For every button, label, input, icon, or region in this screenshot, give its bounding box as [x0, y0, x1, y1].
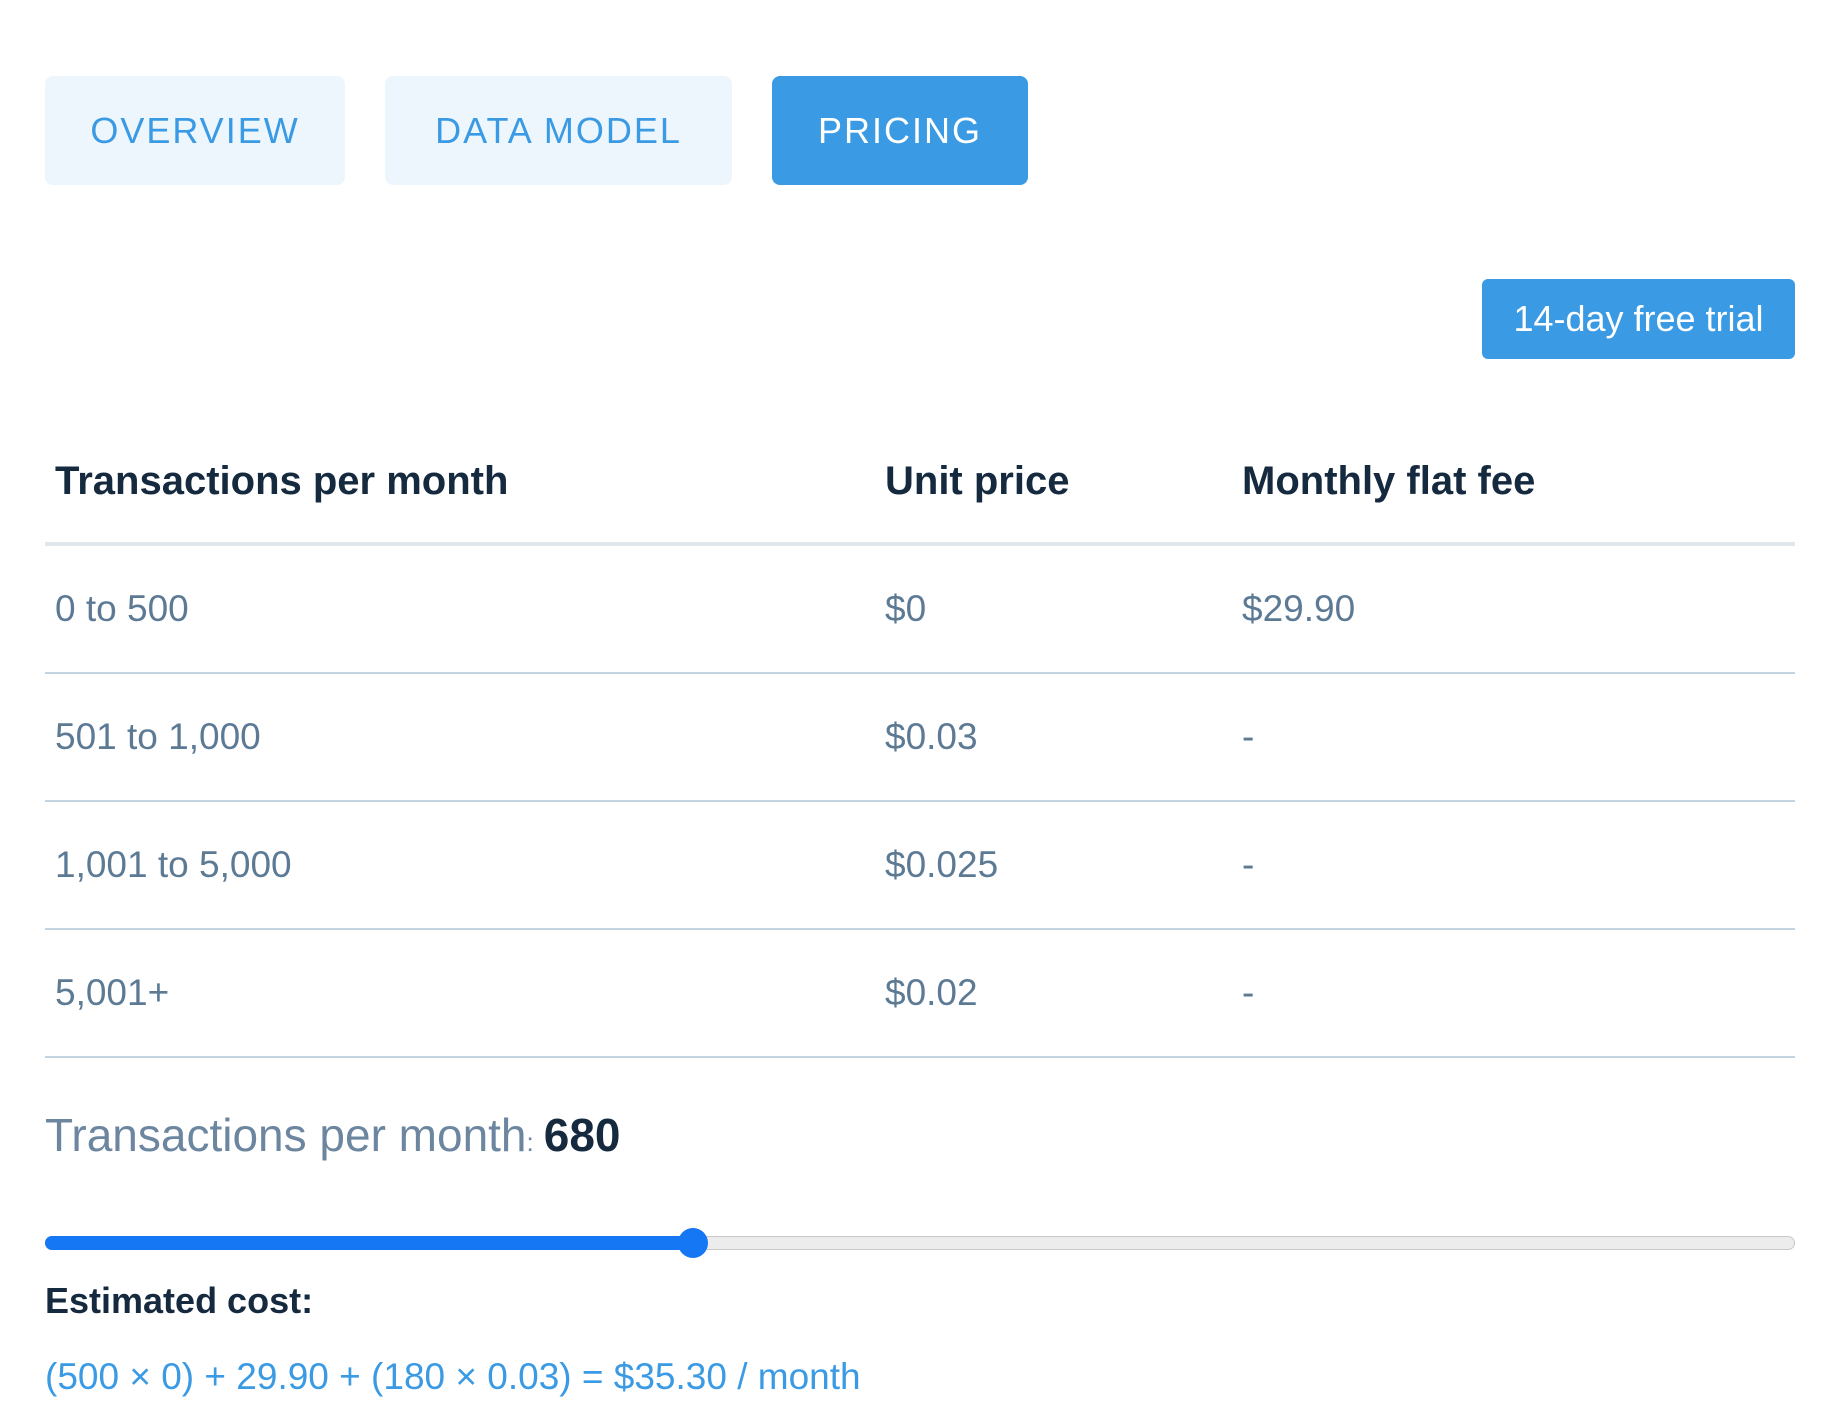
table-row: 1,001 to 5,000 $0.025 -	[45, 802, 1795, 930]
cell-unit-price: $0.02	[885, 972, 978, 1013]
estimated-cost-formula: (500 × 0) + 29.90 + (180 × 0.03) = $35.3…	[45, 1356, 861, 1397]
table-header: Transactions per month Unit price Monthl…	[45, 420, 1795, 546]
cell-monthly-fee: $29.90	[1242, 588, 1356, 629]
header-unit-price: Unit price	[885, 458, 1070, 503]
slider-fill	[45, 1236, 693, 1250]
table-row: 0 to 500 $0 $29.90	[45, 546, 1795, 674]
header-transactions: Transactions per month	[55, 458, 509, 503]
slider-thumb[interactable]	[677, 1228, 708, 1258]
counter-separator: :	[526, 1127, 534, 1157]
cell-monthly-fee: -	[1242, 716, 1255, 757]
transactions-counter: Transactions per month:680	[45, 1108, 621, 1162]
free-trial-button[interactable]: 14-day free trial	[1482, 279, 1795, 359]
estimated-cost-label: Estimated cost:	[45, 1280, 314, 1321]
cell-monthly-fee: -	[1242, 972, 1255, 1013]
cell-unit-price: $0.03	[885, 716, 978, 757]
cell-unit-price: $0.025	[885, 844, 999, 885]
tab-bar: OVERVIEW DATA MODEL PRICING	[45, 76, 1028, 185]
cell-monthly-fee: -	[1242, 844, 1255, 885]
counter-label: Transactions per month	[45, 1109, 527, 1161]
table-row: 501 to 1,000 $0.03 -	[45, 674, 1795, 802]
cell-transactions: 501 to 1,000	[55, 716, 261, 757]
table-row: 5,001+ $0.02 -	[45, 930, 1795, 1058]
cell-transactions: 0 to 500	[55, 588, 189, 629]
pricing-table: Transactions per month Unit price Monthl…	[45, 420, 1795, 1058]
counter-value: 680	[543, 1109, 621, 1161]
cell-transactions: 5,001+	[55, 972, 170, 1013]
transactions-slider[interactable]	[45, 1228, 1795, 1258]
cell-unit-price: $0	[885, 588, 927, 629]
tab-overview[interactable]: OVERVIEW	[45, 76, 345, 185]
cell-transactions: 1,001 to 5,000	[55, 844, 292, 885]
header-monthly-fee: Monthly flat fee	[1242, 458, 1536, 503]
tab-pricing[interactable]: PRICING	[772, 76, 1028, 185]
tab-data-model[interactable]: DATA MODEL	[385, 76, 732, 185]
